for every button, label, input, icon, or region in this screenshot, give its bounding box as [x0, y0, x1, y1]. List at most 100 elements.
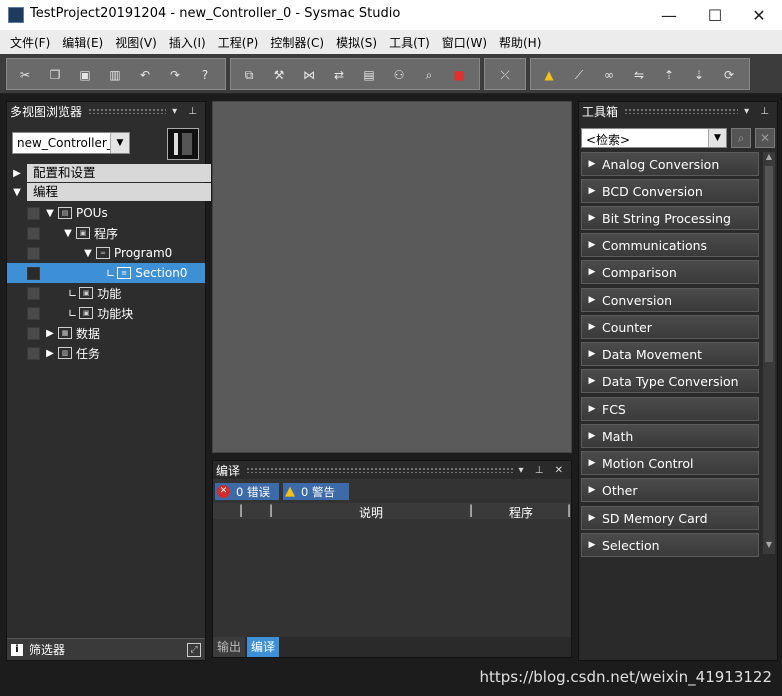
menu-edit[interactable]: 编辑(E): [56, 34, 109, 51]
menu-file[interactable]: 文件(F): [4, 34, 56, 51]
tree-item-program0[interactable]: ▼ ∞ Program0: [7, 243, 205, 263]
chevron-down-icon[interactable]: ▼: [110, 133, 129, 153]
menu-simulation[interactable]: 模拟(S): [330, 34, 383, 51]
toolbox-item-selection[interactable]: ▶ Selection: [581, 533, 759, 557]
reset-icon[interactable]: ⟳: [719, 65, 739, 85]
sync-icon[interactable]: ⇋: [629, 65, 649, 85]
menu-tools[interactable]: 工具(T): [383, 34, 436, 51]
checkbox[interactable]: [27, 206, 40, 220]
online-icon[interactable]: ∞: [599, 65, 619, 85]
simulation-icon[interactable]: ⟋: [569, 65, 589, 85]
toolbox-item-counter[interactable]: ▶ Counter: [581, 315, 759, 339]
pin-icon[interactable]: ⤢: [187, 643, 201, 657]
maximize-button[interactable]: ☐: [692, 0, 738, 30]
filter-bar[interactable]: i 筛选器 ⤢: [7, 638, 205, 660]
toolbox-item-conversion[interactable]: ▶ Conversion: [581, 288, 759, 312]
cut-icon[interactable]: ✂: [15, 65, 35, 85]
checkbox[interactable]: [27, 286, 40, 300]
chevron-down-icon[interactable]: ▼: [708, 129, 726, 147]
scroll-down-icon[interactable]: ▼: [764, 540, 774, 552]
tree-item-tasks[interactable]: ▶ ▥ 任务: [7, 343, 205, 363]
copy-icon[interactable]: ❐: [45, 65, 65, 85]
column-description[interactable]: 说明: [359, 504, 383, 521]
toolbox-item-math[interactable]: ▶ Math: [581, 424, 759, 448]
minimize-button[interactable]: —: [646, 0, 692, 30]
panel-pin-icon[interactable]: ▾ ⊥: [744, 106, 777, 117]
tree-item-data[interactable]: ▶ ▦ 数据: [7, 323, 205, 343]
toolbox-item-comparison[interactable]: ▶ Comparison: [581, 260, 759, 284]
toolbox-item-data-type-conversion[interactable]: ▶ Data Type Conversion: [581, 369, 759, 393]
tree-item-functions[interactable]: ∟ ▣ 功能: [7, 283, 205, 303]
tab-compile[interactable]: 编译: [247, 637, 280, 657]
scroll-thumb[interactable]: [765, 166, 773, 362]
controller-icon[interactable]: ⚇: [389, 65, 409, 85]
panel-pin-icon[interactable]: ▾ ⊥: [172, 106, 205, 117]
menu-window[interactable]: 窗口(W): [436, 34, 493, 51]
errors-filter-button[interactable]: ✕ 0 错误: [215, 483, 279, 500]
function-icon: ▣: [79, 287, 94, 299]
checkbox[interactable]: [27, 266, 40, 280]
close-button[interactable]: ✕: [736, 0, 782, 30]
upload-icon[interactable]: ⇡: [659, 65, 679, 85]
toolbox-item-analog-conversion[interactable]: ▶ Analog Conversion: [581, 152, 759, 176]
function-block-icon: ▣: [79, 307, 94, 319]
caret-down-icon[interactable]: ▼: [44, 208, 56, 219]
caret-down-icon[interactable]: ▼: [82, 248, 94, 259]
toolbox-scrollbar[interactable]: ▲ ▼: [763, 152, 775, 554]
caret-right-icon: ▶: [588, 295, 596, 305]
search-icon[interactable]: ⌕: [731, 128, 751, 148]
clear-icon[interactable]: ✕: [755, 128, 775, 148]
toolbox-item-data-movement[interactable]: ▶ Data Movement: [581, 342, 759, 366]
menu-help[interactable]: 帮助(H): [493, 34, 547, 51]
checkbox[interactable]: [27, 226, 40, 240]
panel-controls-icon[interactable]: ▾ ⊥ ✕: [519, 465, 571, 476]
toolbox-item-sd-memory-card[interactable]: ▶ SD Memory Card: [581, 506, 759, 530]
menu-project[interactable]: 工程(P): [212, 34, 265, 51]
tab-output[interactable]: 输出: [213, 637, 246, 657]
checkbox[interactable]: [27, 246, 40, 260]
checkbox[interactable]: [27, 306, 40, 320]
undo-icon[interactable]: ↶: [135, 65, 155, 85]
tree-item-function-blocks[interactable]: ∟ ▣ 功能块: [7, 303, 205, 323]
help-icon[interactable]: ?: [195, 65, 215, 85]
transfer-icon[interactable]: ⇄: [329, 65, 349, 85]
network-icon[interactable]: ⋈: [299, 65, 319, 85]
paste-icon[interactable]: ▣: [75, 65, 95, 85]
menu-controller[interactable]: 控制器(C): [264, 34, 330, 51]
menu-view[interactable]: 视图(V): [109, 34, 163, 51]
toolbox-item-motion-control[interactable]: ▶ Motion Control: [581, 451, 759, 475]
delete-icon[interactable]: ▥: [105, 65, 125, 85]
app-icon: [8, 7, 24, 23]
stop-icon[interactable]: ■: [449, 65, 469, 85]
toolbox-item-bit-string-processing[interactable]: ▶ Bit String Processing: [581, 206, 759, 230]
toolbox-item-other[interactable]: ▶ Other: [581, 478, 759, 502]
menu-insert[interactable]: 插入(I): [163, 34, 212, 51]
program-icon: ∞: [96, 247, 110, 259]
toolbox-search-input[interactable]: <检索> ▼: [581, 128, 727, 148]
checkbox[interactable]: [27, 346, 40, 360]
offline-icon[interactable]: ⤫: [495, 65, 515, 85]
scroll-up-icon[interactable]: ▲: [764, 152, 774, 164]
cross-reference-icon[interactable]: ⧉: [239, 65, 259, 85]
controller-select[interactable]: new_Controller_0 ▼: [12, 132, 130, 154]
warnings-filter-button[interactable]: ▲ 0 警告: [283, 483, 349, 500]
toolbox-item-communications[interactable]: ▶ Communications: [581, 233, 759, 257]
build-icon[interactable]: ⚒: [269, 65, 289, 85]
column-program[interactable]: 程序: [509, 504, 533, 521]
redo-icon[interactable]: ↷: [165, 65, 185, 85]
caret-right-icon[interactable]: ▶: [44, 328, 56, 339]
toolbox-item-bcd-conversion[interactable]: ▶ BCD Conversion: [581, 179, 759, 203]
caret-right-icon[interactable]: ▶: [44, 348, 56, 359]
tree-item-section0[interactable]: ∟ ≡ Section0: [7, 263, 205, 283]
section-config[interactable]: ▶ 配置和设置: [7, 164, 211, 182]
section-programming[interactable]: ▼ 编程: [7, 183, 211, 201]
toolbox-item-fcs[interactable]: ▶ FCS: [581, 397, 759, 421]
download-icon[interactable]: ⇣: [689, 65, 709, 85]
caret-down-icon[interactable]: ▼: [62, 228, 74, 239]
search-icon[interactable]: ⌕: [419, 65, 439, 85]
tree-item-pous[interactable]: ▼ ▤ POUs: [7, 203, 205, 223]
tree-item-programs[interactable]: ▼ ▣ 程序: [7, 223, 205, 243]
checkbox[interactable]: [27, 326, 40, 340]
monitor-icon[interactable]: ▤: [359, 65, 379, 85]
warning-icon[interactable]: ▲: [539, 65, 559, 85]
